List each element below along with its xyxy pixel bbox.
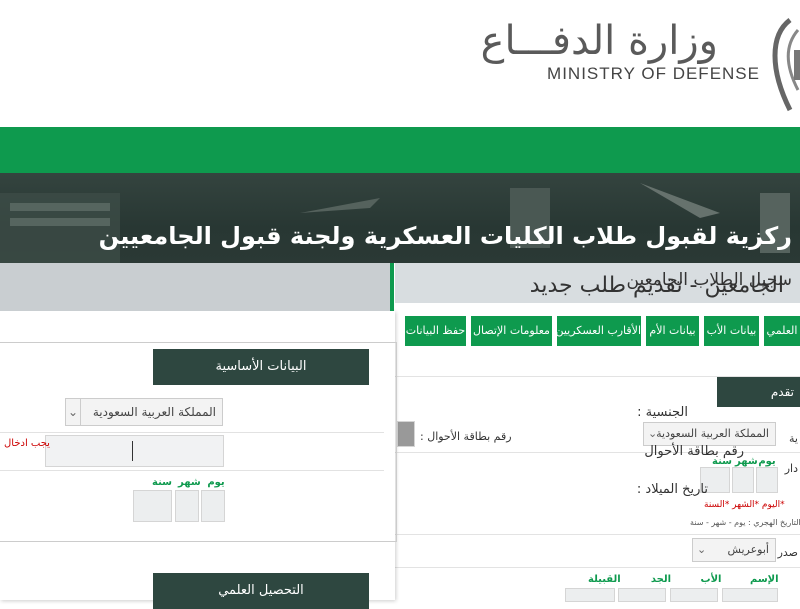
dob-label: تاريخ الميلاد : [636,482,708,497]
back-day-label: يوم [758,456,776,467]
ministry-logo-arabic: وزارة الدفـــاع [480,18,718,64]
back-month-input[interactable] [732,467,754,493]
back-source-label: صدر [777,546,798,559]
ministry-logo-english: MINISTRY OF DEFENSE [547,64,760,83]
name-col-first: الإسم [750,574,779,585]
dob-year-input[interactable] [133,490,172,522]
front-panel-title: الجامعين - تقديم طلب جديد [529,273,784,298]
id-card-input[interactable] [45,435,224,467]
back-nationality-value: المملكة العربية السعودية [656,427,769,440]
chevron-down-icon: ⌄ [66,399,81,425]
nationality-label: الجنسية : [637,405,688,420]
back-day-input[interactable] [756,467,778,493]
section-basic-info: البيانات الأساسية [153,349,369,385]
divider [395,534,800,535]
tab-contact[interactable]: معلومات الإتصال [471,316,552,346]
divider [0,432,384,433]
back-source-value: أبوعريش [727,543,769,556]
name-col-father: الأب [700,574,722,585]
back-nationality-label: ية [789,432,798,445]
divider [395,567,800,568]
back-id-input[interactable] [397,421,415,447]
name-col-tribe: القبيلة [588,574,621,585]
chevron-down-icon: ⌄ [648,427,658,440]
tab-military-relatives[interactable]: الأقارب العسكريين [555,316,641,346]
dob-year-label: سنة [152,477,172,488]
name-col-grandfather: الجد [650,574,672,585]
green-band [0,127,800,173]
nationality-value: المملكة العربية السعودية [92,405,216,419]
id-card-label: رقم بطاقة الأحوال [644,444,744,459]
back-section-header: تقدم [717,377,800,407]
nationality-select[interactable]: المملكة العربية السعودية ⌄ [65,398,223,426]
dob-month-label: شهر [178,477,201,488]
back-source-select[interactable]: أبوعريش ⌄ [692,538,776,562]
dob-month-input[interactable] [175,490,199,522]
back-date-hint: *اليوم *الشهر *السنة [704,500,785,510]
section-education: التحصيل العلمي [153,573,369,609]
back-hijri-hint: التاريخ الهجري : يوم - شهر - سنة [690,518,800,527]
back-issue-label: دار [784,462,798,475]
tab-academic[interactable]: العلمي [764,316,800,346]
dob-day-input[interactable] [201,490,225,522]
ministry-emblem-icon [772,18,800,112]
banner-title: ركزية لقبول طلاب الكليات العسكرية ولجنة … [98,222,792,250]
tab-father[interactable]: بيانات الأب [704,316,759,346]
back-id-label: رقم بطاقة الأحوال : [420,430,512,443]
chevron-down-icon: ⌄ [697,543,707,556]
dob-day-label: يوم [207,477,225,488]
id-error-message: يجب ادخال [4,438,50,449]
back-nationality-select[interactable]: المملكة العربية السعودية ⌄ [643,422,776,446]
front-title-bar [0,263,394,311]
text-cursor [132,441,133,461]
divider [0,470,384,471]
tab-mother[interactable]: بيانات الأم [646,316,699,346]
tab-save[interactable]: حفظ البيانات [405,316,466,346]
